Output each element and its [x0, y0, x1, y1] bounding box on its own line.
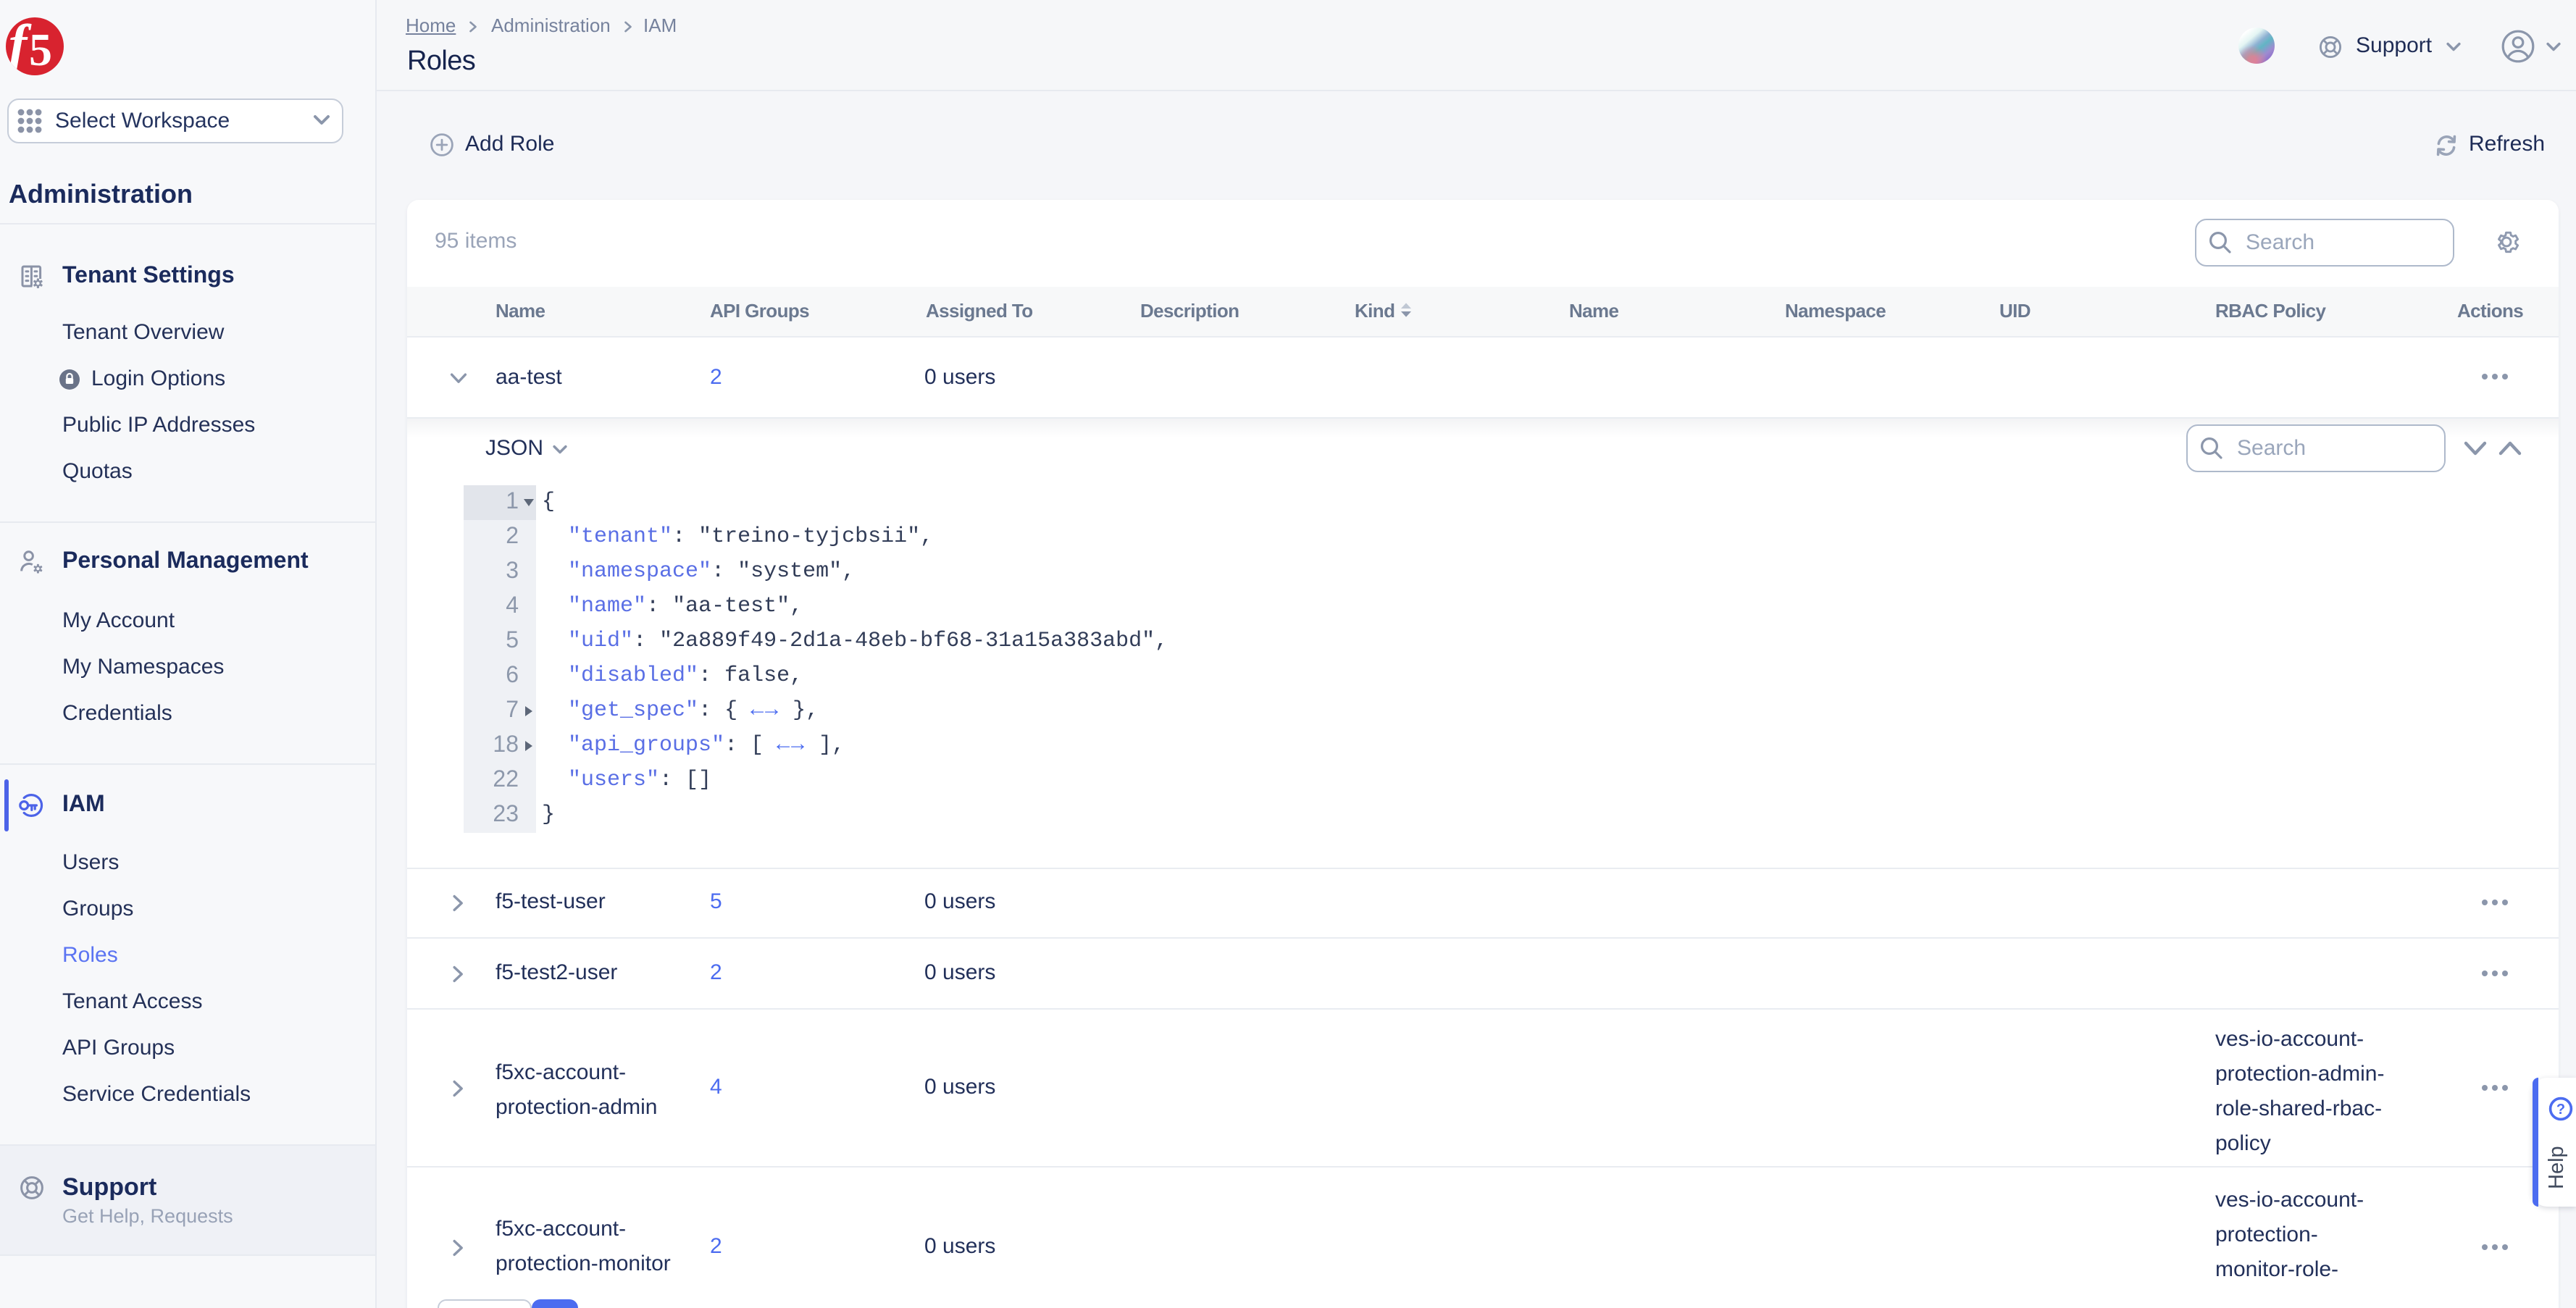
svg-text:5: 5	[29, 24, 52, 75]
svg-text:?: ?	[2556, 1102, 2565, 1118]
